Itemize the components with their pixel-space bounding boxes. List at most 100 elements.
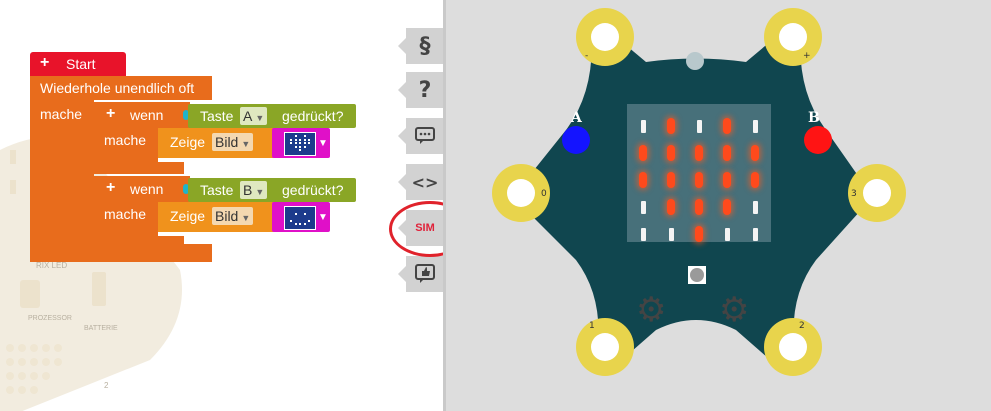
led-off: [752, 227, 758, 241]
dropdown-arrow-icon: ▼: [318, 212, 328, 223]
led-off: [668, 227, 674, 241]
pad-3[interactable]: 3: [848, 164, 906, 222]
led-on: [723, 199, 731, 215]
heart-image-thumbnail: [284, 132, 316, 156]
button-a-label: A: [571, 110, 582, 126]
dropdown-arrow-icon: ▼: [255, 187, 265, 197]
source-code-button[interactable]: <>: [398, 164, 443, 200]
gear-icon: ⚙: [719, 290, 750, 330]
thumbnail-pixel: [294, 135, 297, 137]
forever-block-notch: [200, 254, 212, 262]
show-verb: Zeige: [170, 134, 206, 150]
image-type-dropdown-b[interactable]: Bild ▼: [212, 207, 254, 225]
plus-icon[interactable]: +: [106, 105, 115, 123]
condition-prefix: Taste: [200, 108, 234, 124]
led-on: [695, 226, 703, 242]
watermark-led-label: RIX LED: [36, 261, 67, 270]
pad-1[interactable]: 1: [576, 318, 634, 376]
led-on: [723, 172, 731, 188]
condition-suffix: gedrückt?: [282, 182, 344, 198]
led-off: [752, 200, 758, 214]
dropdown-arrow-icon: ▼: [318, 138, 328, 149]
thumbnail-pixel: [303, 145, 306, 148]
button-dropdown-a[interactable]: A ▼: [240, 107, 268, 125]
pad-0[interactable]: 0: [492, 164, 550, 222]
if-block-b[interactable]: + wenn: [94, 176, 190, 202]
plus-icon[interactable]: +: [40, 54, 49, 72]
led-off: [752, 119, 758, 133]
led-matrix: [627, 104, 771, 242]
button-b-label: B: [808, 110, 820, 126]
if-block-a-footer[interactable]: [94, 162, 184, 174]
led-on: [667, 172, 675, 188]
pad-minus-label: -: [585, 51, 589, 61]
led-off: [640, 227, 646, 241]
thumbnail-pixel: [299, 149, 301, 152]
led-on: [723, 145, 731, 161]
thumbnail-pixel: [294, 138, 297, 141]
led-on: [751, 145, 759, 161]
image-picker-a[interactable]: ▼: [272, 128, 330, 158]
thumbnail-pixel: [303, 212, 306, 215]
led-off: [724, 227, 730, 241]
led-off: [640, 200, 646, 214]
light-sensor: [688, 266, 706, 284]
thumbnail-pixel: [294, 145, 297, 148]
blockly-workspace[interactable]: RIX LED PROZESSOR BATTERIE 2 + Start Wie…: [0, 0, 443, 411]
sim-highlight-circle: [389, 201, 443, 257]
led-on: [723, 118, 731, 134]
feedback-button[interactable]: [398, 256, 443, 292]
simulator-panel: - + 0 3 1 2 A B ⚙ ⚙: [446, 0, 991, 411]
if-block-b-footer[interactable]: [94, 236, 184, 248]
button-dropdown-b[interactable]: B ▼: [240, 181, 268, 199]
rgb-led: [686, 52, 704, 70]
forever-block-label: Wiederhole unendlich oft: [40, 80, 195, 96]
pad-1-label: 1: [589, 321, 595, 331]
thumbnail-pixel: [308, 219, 310, 222]
image-picker-b[interactable]: ▼: [272, 202, 330, 232]
serial-monitor-button[interactable]: [398, 118, 443, 154]
button-a[interactable]: [562, 126, 590, 154]
gear-icon: ⚙: [636, 290, 667, 330]
thumbnail-pixel: [303, 135, 306, 137]
pad-plus-label: +: [803, 51, 811, 61]
pad-minus[interactable]: -: [576, 8, 634, 66]
thumbnail-pixel: [303, 138, 306, 141]
thumbnail-pixel: [299, 223, 301, 226]
if-wenn-label: wenn: [130, 107, 164, 123]
if-block-a-body[interactable]: mache: [94, 128, 158, 166]
forever-block[interactable]: Wiederhole unendlich oft: [30, 76, 212, 100]
led-on: [695, 172, 703, 188]
start-block[interactable]: + Start: [30, 52, 126, 76]
code-view-button[interactable]: §: [398, 28, 443, 64]
button-b[interactable]: [804, 126, 832, 154]
pad-0-label: 0: [541, 189, 547, 199]
show-image-block-a[interactable]: Zeige Bild ▼: [158, 128, 276, 158]
watermark-battery-label: BATTERIE: [84, 325, 118, 332]
question-icon: ?: [418, 77, 432, 103]
thumbnail-pixel: [290, 138, 292, 141]
smiley-image-thumbnail: [284, 206, 316, 230]
help-button[interactable]: ?: [398, 72, 443, 108]
if-do-label: mache: [104, 132, 147, 148]
thumbnail-pixel: [294, 223, 297, 226]
if-do-label: mache: [104, 206, 147, 222]
chat-bubble-icon: [415, 127, 435, 144]
led-on: [639, 172, 647, 188]
show-verb: Zeige: [170, 208, 206, 224]
show-image-block-b[interactable]: Zeige Bild ▼: [158, 202, 276, 232]
angle-brackets-icon: <>: [411, 172, 439, 192]
thumbnail-pixel: [299, 138, 301, 141]
button-pressed-condition-a[interactable]: Taste A ▼ gedrückt?: [188, 104, 356, 128]
thumbnail-pixel: [303, 142, 306, 145]
plus-icon[interactable]: +: [106, 179, 115, 197]
button-pressed-condition-b[interactable]: Taste B ▼ gedrückt?: [188, 178, 356, 202]
condition-suffix: gedrückt?: [282, 108, 344, 124]
image-type-dropdown-a[interactable]: Bild ▼: [212, 133, 254, 151]
pad-2[interactable]: 2: [764, 318, 822, 376]
forever-block-body[interactable]: mache: [30, 100, 94, 262]
pad-plus[interactable]: +: [764, 8, 822, 66]
thumbnail-pixel: [294, 212, 297, 215]
if-block-a[interactable]: + wenn: [94, 102, 190, 128]
led-on: [667, 199, 675, 215]
